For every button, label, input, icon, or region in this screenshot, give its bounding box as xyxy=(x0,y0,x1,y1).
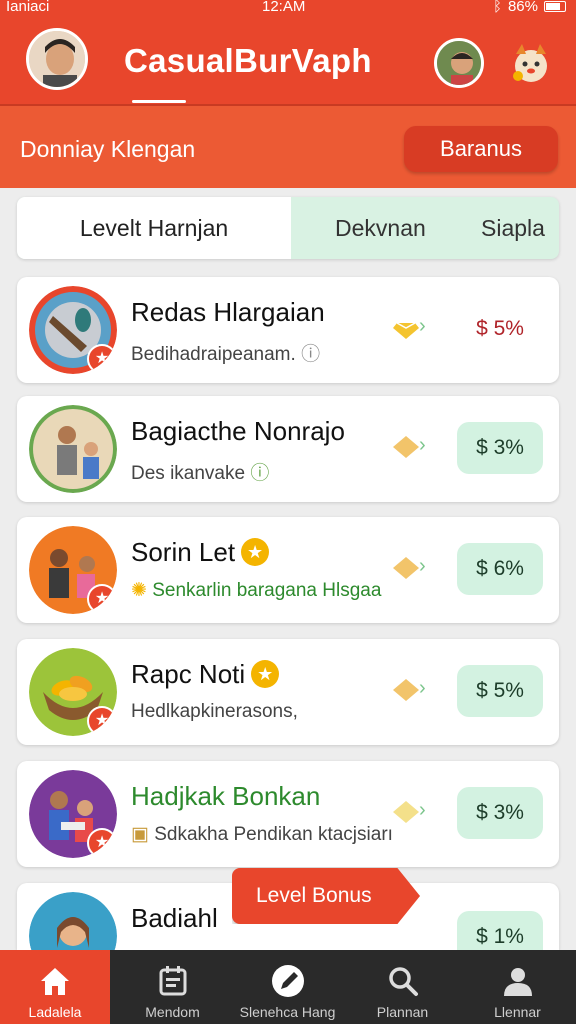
item-name: Rapc Noti ★ xyxy=(131,659,280,690)
nav-label: Mendom xyxy=(145,1004,200,1020)
tab-dekvnan[interactable]: Dekvnan xyxy=(335,197,426,259)
nav-home[interactable]: Ladalela xyxy=(0,950,110,1024)
nav-label: Llennar xyxy=(494,1004,541,1020)
star-badge-icon: ★ xyxy=(87,584,117,614)
document-icon: ▣ xyxy=(131,824,149,845)
item-price[interactable]: $ 1% xyxy=(457,911,543,950)
chevron-right-icon: › xyxy=(419,555,426,577)
app-bar: CasualBurVaph xyxy=(0,18,576,104)
item-thumbnail xyxy=(29,892,117,950)
item-price[interactable]: $ 3% xyxy=(457,787,543,839)
sub-header: Donniay Klengan Baranus xyxy=(0,104,576,188)
chevron-right-icon: › xyxy=(419,434,426,456)
item-price[interactable]: $ 5% xyxy=(457,303,543,355)
item-thumbnail: ★ xyxy=(29,286,117,374)
tab-bar: Levelt Harnjan Dekvnan Siapla xyxy=(17,197,559,259)
nav-search[interactable]: Plannan xyxy=(345,950,460,1024)
nav-edit[interactable]: Slenehca Hang xyxy=(230,950,345,1024)
nav-profile[interactable]: Llennar xyxy=(460,950,575,1024)
level-bonus-ribbon[interactable]: Level Bonus xyxy=(232,868,420,924)
item-price[interactable]: $ 5% xyxy=(457,665,543,717)
star-badge-icon: ★ xyxy=(87,344,117,374)
nav-label: Ladalela xyxy=(28,1004,82,1020)
item-thumbnail: ★ xyxy=(29,648,117,736)
carrier-label: Ianiaci xyxy=(6,0,50,15)
title-underline xyxy=(132,100,186,103)
item-description: ✺ Senkarlin baragana Hlsgaa xyxy=(131,580,382,601)
item-price[interactable]: $ 3% xyxy=(457,422,543,474)
gem-icon xyxy=(393,801,419,823)
star-badge-icon: ★ xyxy=(87,828,117,858)
item-name: Hadjkak Bonkan xyxy=(131,781,321,811)
battery-percent: 86% xyxy=(507,0,538,15)
star-badge-icon: ★ xyxy=(87,706,117,736)
item-description: Hedlkapkinerasons, xyxy=(131,701,298,722)
list-item[interactable]: ★ Redas Hlargaian Bedihadraipeanam. ⓘ › … xyxy=(17,277,559,383)
sun-icon: ✺ xyxy=(131,580,147,601)
calendar-icon xyxy=(159,966,186,996)
item-name: Bagiacthe Nonrajo xyxy=(131,416,345,446)
nav-calendar[interactable]: Mendom xyxy=(115,950,230,1024)
list-item[interactable]: ★ Hadjkak Bonkan ▣ Sdkakha Pendikan ktac… xyxy=(17,761,559,867)
chevron-right-icon: › xyxy=(419,677,426,699)
item-description: ▣ Sdkakha Pendikan ktacjsiarı xyxy=(131,824,393,845)
star-coin-icon: ★ xyxy=(251,660,280,688)
home-icon xyxy=(41,968,69,995)
tab-siapla[interactable]: Siapla xyxy=(481,197,545,259)
bottom-nav: Ladalela Mendom Slenehca Hang Plannan Ll… xyxy=(0,950,576,1024)
list-item[interactable]: ★ Sorin Let ★ ✺ Senkarlin baragana Hlsgaa… xyxy=(17,517,559,623)
section-title: Donniay Klengan xyxy=(20,136,196,162)
profile-icon xyxy=(503,968,532,996)
gem-icon xyxy=(393,322,419,339)
gem-icon xyxy=(393,436,419,458)
status-right: ᛒ 86% xyxy=(493,0,566,15)
item-name: Redas Hlargaian xyxy=(131,297,325,327)
nav-label: Slenehca Hang xyxy=(239,1004,336,1020)
tab-level[interactable]: Levelt Harnjan xyxy=(17,197,291,259)
avatar[interactable] xyxy=(26,28,88,90)
info-icon: ⓘ xyxy=(250,463,270,484)
item-thumbnail: ★ xyxy=(29,770,117,858)
search-icon xyxy=(388,967,418,996)
bonus-button[interactable]: Baranus xyxy=(404,126,558,172)
item-price[interactable]: $ 6% xyxy=(457,543,543,595)
item-thumbnail xyxy=(29,405,117,493)
info-icon: ⓘ xyxy=(301,344,321,365)
list-item[interactable]: Bagiacthe Nonrajo Des ikanvake ⓘ › $ 3% xyxy=(17,396,559,502)
item-thumbnail: ★ xyxy=(29,526,117,614)
item-name: Sorin Let ★ xyxy=(131,537,270,568)
nav-label: Plannan xyxy=(376,1004,429,1020)
status-bar: Ianiaci 12:AM ᛒ 86% xyxy=(0,0,576,18)
app-title: CasualBurVaph xyxy=(124,42,372,79)
gem-icon xyxy=(393,557,419,579)
chevron-right-icon: › xyxy=(419,799,426,821)
gem-icon xyxy=(393,679,419,701)
pencil-icon xyxy=(271,965,304,997)
friend-avatar-icon[interactable] xyxy=(434,38,484,88)
star-coin-icon: ★ xyxy=(241,538,270,566)
item-name: Badiahl xyxy=(131,903,218,933)
pet-mascot-icon[interactable] xyxy=(508,40,554,86)
list-item[interactable]: ★ Rapc Noti ★ Hedlkapkinerasons, › $ 5% xyxy=(17,639,559,745)
chevron-right-icon: › xyxy=(419,315,426,337)
item-description: Des ikanvake ⓘ xyxy=(131,463,270,484)
item-description: Bedihadraipeanam. ⓘ xyxy=(131,344,321,365)
battery-icon xyxy=(544,1,566,12)
clock: 12:AM xyxy=(262,0,306,15)
bluetooth-icon: ᛒ xyxy=(492,0,502,15)
